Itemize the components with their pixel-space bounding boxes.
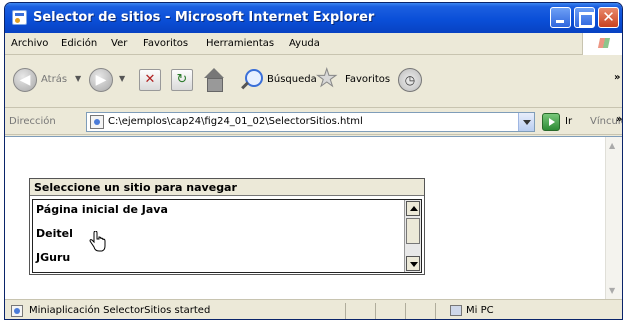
window-title: Selector de sitios - Microsoft Internet … (33, 10, 375, 25)
title-bar[interactable]: Selector de sitios - Microsoft Internet … (5, 3, 622, 33)
computer-zone-icon (450, 305, 462, 316)
list-item[interactable]: Deitel (36, 227, 73, 240)
forward-button[interactable]: ▶ (89, 68, 113, 92)
go-label[interactable]: Ir (565, 116, 572, 127)
menu-favoritos[interactable]: Favoritos (143, 38, 188, 49)
home-icon[interactable] (202, 68, 226, 92)
status-divider (345, 303, 346, 319)
search-label[interactable]: Búsqueda (267, 74, 317, 85)
status-bar: Miniaplicación SelectorSitios started Mi… (5, 299, 622, 319)
page-scroll-up-icon[interactable]: ▲ (609, 141, 615, 150)
back-button[interactable]: ◀ (13, 68, 37, 92)
page-content: Seleccione un sitio para navegar Página … (5, 136, 622, 299)
menu-ayuda[interactable]: Ayuda (289, 38, 320, 49)
list-item[interactable]: Página inicial de Java (36, 203, 168, 216)
page-scrollbar[interactable]: ▲ ▼ (605, 137, 622, 299)
links-chevron-icon[interactable]: » (616, 114, 622, 125)
address-url[interactable]: C:\ejemplos\cap24\fig24_01_02\SelectorSi… (108, 116, 363, 127)
refresh-icon: ↻ (176, 72, 188, 87)
go-button[interactable] (542, 113, 560, 131)
stop-button[interactable]: ✕ (139, 69, 161, 91)
status-page-icon (11, 305, 23, 317)
history-icon[interactable]: ◷ (398, 68, 422, 92)
back-label[interactable]: Atrás (41, 74, 67, 85)
ie-page-icon (12, 10, 27, 25)
minimize-button[interactable] (550, 7, 571, 28)
status-text: Miniaplicación SelectorSitios started (29, 305, 211, 316)
forward-dropdown-icon[interactable]: ▼ (119, 74, 125, 83)
list-scrollbar[interactable] (404, 200, 421, 272)
scroll-thumb[interactable] (406, 218, 420, 244)
address-bar: Dirección C:\ejemplos\cap24\fig24_01_02\… (5, 109, 622, 135)
maximize-button[interactable] (574, 7, 595, 28)
menu-bar: Archivo Edición Ver Favoritos Herramient… (5, 33, 622, 55)
clock-icon: ◷ (404, 73, 416, 87)
browser-window: Selector de sitios - Microsoft Internet … (4, 2, 623, 320)
applet-label: Seleccione un sitio para navegar (30, 179, 424, 196)
status-divider (375, 303, 376, 319)
status-divider (405, 303, 406, 319)
hand-cursor-icon (89, 231, 106, 252)
page-icon (90, 115, 104, 129)
address-label: Dirección (9, 116, 56, 127)
menu-herramientas[interactable]: Herramientas (206, 38, 274, 49)
scroll-up-icon[interactable] (406, 201, 420, 216)
zone-label: Mi PC (466, 305, 494, 316)
close-button[interactable]: ✕ (598, 7, 619, 28)
menu-edicion[interactable]: Edición (61, 38, 97, 49)
close-icon: ✕ (602, 8, 615, 26)
address-dropdown-icon[interactable] (518, 113, 534, 131)
windows-logo-icon (582, 33, 622, 55)
forward-arrow-icon: ▶ (95, 72, 107, 88)
menu-ver[interactable]: Ver (111, 38, 127, 49)
scroll-down-icon[interactable] (406, 256, 420, 271)
stop-icon: ✕ (144, 72, 156, 87)
list-item[interactable]: JGuru (36, 251, 70, 264)
back-dropdown-icon[interactable]: ▼ (75, 74, 81, 83)
favorites-label[interactable]: Favoritos (345, 74, 390, 85)
toolbar-overflow-chevron-icon[interactable]: » (614, 72, 620, 83)
page-scroll-down-icon[interactable]: ▼ (609, 286, 615, 295)
menu-archivo[interactable]: Archivo (11, 38, 48, 49)
search-icon[interactable] (241, 67, 265, 91)
status-divider (435, 303, 436, 319)
toolbar: ◀ Atrás ▼ ▶ ▼ ✕ ↻ Búsqueda ★ Favoritos ◷… (5, 56, 622, 108)
refresh-button[interactable]: ↻ (171, 69, 193, 91)
address-input[interactable]: C:\ejemplos\cap24\fig24_01_02\SelectorSi… (86, 112, 535, 132)
back-arrow-icon: ◀ (19, 72, 31, 88)
favorites-star-icon[interactable]: ★ (316, 64, 338, 93)
site-selector-applet: Seleccione un sitio para navegar Página … (29, 178, 425, 275)
